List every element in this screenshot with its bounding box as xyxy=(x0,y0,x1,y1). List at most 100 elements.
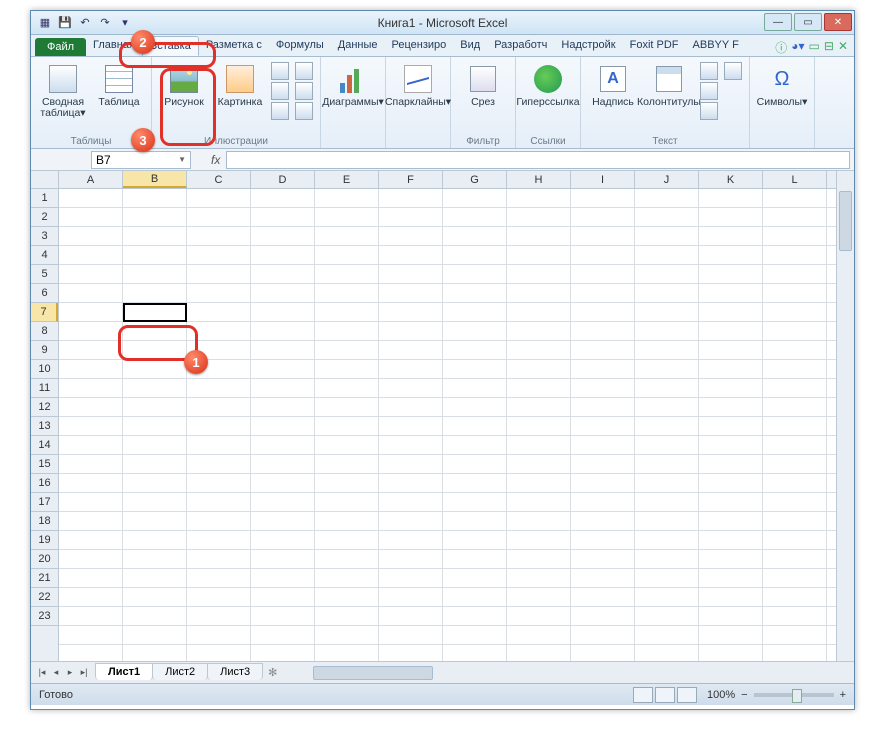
ribbon-колонтитулы-button[interactable]: Колонтитулы xyxy=(643,61,695,110)
column-header[interactable]: J xyxy=(635,171,699,188)
ribbon-спарклайны-button[interactable]: Спарклайны▾ xyxy=(392,61,444,110)
hscroll-thumb[interactable] xyxy=(313,666,433,680)
ribbon-help-icon[interactable]: ⊟ xyxy=(824,39,834,56)
ribbon-small-button[interactable] xyxy=(700,82,718,100)
row-header[interactable]: 18 xyxy=(31,512,58,531)
ribbon-символы-button[interactable]: ΩСимволы▾ xyxy=(756,61,808,110)
active-cell[interactable] xyxy=(123,303,187,322)
zoom-slider[interactable] xyxy=(754,693,834,697)
row-header[interactable]: 7 xyxy=(31,303,58,322)
row-header[interactable]: 22 xyxy=(31,588,58,607)
maximize-button[interactable]: ▭ xyxy=(794,13,822,31)
row-header[interactable]: 12 xyxy=(31,398,58,417)
tab-данные[interactable]: Данные xyxy=(331,36,385,56)
qat-more-icon[interactable]: ▾ xyxy=(117,15,133,31)
column-header[interactable]: D xyxy=(251,171,315,188)
tab-вставка[interactable]: Вставка xyxy=(142,36,199,56)
ribbon-small-button[interactable] xyxy=(700,62,718,80)
row-header[interactable]: 9 xyxy=(31,341,58,360)
vertical-scrollbar[interactable] xyxy=(836,171,854,661)
minimize-ribbon-icon[interactable]: ▭ xyxy=(809,39,820,56)
ribbon-сводная-таблица-button[interactable]: Сводная таблица▾ xyxy=(37,61,89,121)
ribbon-срез-button[interactable]: Срез xyxy=(457,61,509,110)
view-break-icon[interactable] xyxy=(677,687,697,703)
row-header[interactable]: 3 xyxy=(31,227,58,246)
row-header[interactable]: 6 xyxy=(31,284,58,303)
column-headers[interactable]: ABCDEFGHIJKL xyxy=(59,171,836,189)
close-button[interactable]: ✕ xyxy=(824,13,852,31)
ribbon-small-button[interactable] xyxy=(271,102,289,120)
row-header[interactable]: 4 xyxy=(31,246,58,265)
ribbon-таблица-button[interactable]: Таблица xyxy=(93,61,145,110)
row-header[interactable]: 15 xyxy=(31,455,58,474)
ribbon-рисунок-button[interactable]: Рисунок xyxy=(158,61,210,110)
ribbon-гиперссылка-button[interactable]: Гиперссылка xyxy=(522,61,574,110)
ribbon-small-button[interactable] xyxy=(295,82,313,100)
row-header[interactable]: 10 xyxy=(31,360,58,379)
vscroll-thumb[interactable] xyxy=(839,191,852,251)
zoom-in-icon[interactable]: + xyxy=(840,689,846,701)
ribbon-small-button[interactable] xyxy=(295,62,313,80)
column-header[interactable]: I xyxy=(571,171,635,188)
column-header[interactable]: K xyxy=(699,171,763,188)
row-header[interactable]: 5 xyxy=(31,265,58,284)
column-header[interactable]: G xyxy=(443,171,507,188)
new-sheet-icon[interactable]: ✻ xyxy=(262,666,283,679)
tab-abbyy f[interactable]: ABBYY F xyxy=(686,36,746,56)
sheet-first-icon[interactable]: |◂ xyxy=(35,667,49,678)
column-header[interactable]: H xyxy=(507,171,571,188)
help-dropdown-icon[interactable]: ◕▾ xyxy=(791,39,804,56)
row-header[interactable]: 2 xyxy=(31,208,58,227)
save-icon[interactable]: 💾 xyxy=(57,15,73,31)
sheet-tab[interactable]: Лист3 xyxy=(207,663,263,680)
undo-icon[interactable]: ↶ xyxy=(77,15,93,31)
ribbon-small-button[interactable] xyxy=(271,82,289,100)
name-box[interactable]: B7 ▼ xyxy=(91,151,191,169)
row-header[interactable]: 20 xyxy=(31,550,58,569)
ribbon-small-button[interactable] xyxy=(295,102,313,120)
tab-разработч[interactable]: Разработч xyxy=(487,36,554,56)
row-header[interactable]: 13 xyxy=(31,417,58,436)
minimize-button[interactable]: — xyxy=(764,13,792,31)
tab-главная[interactable]: Главная xyxy=(86,36,142,56)
row-headers[interactable]: 1234567891011121314151617181920212223 xyxy=(31,189,59,661)
row-header[interactable]: 8 xyxy=(31,322,58,341)
ribbon-small-button[interactable] xyxy=(700,102,718,120)
row-header[interactable]: 19 xyxy=(31,531,58,550)
row-header[interactable]: 23 xyxy=(31,607,58,626)
cells-area[interactable] xyxy=(59,189,836,661)
sheet-last-icon[interactable]: ▸| xyxy=(77,667,91,678)
row-header[interactable]: 14 xyxy=(31,436,58,455)
sheet-next-icon[interactable]: ▸ xyxy=(63,667,77,678)
tab-вид[interactable]: Вид xyxy=(453,36,487,56)
ribbon-картинка-button[interactable]: Картинка xyxy=(214,61,266,110)
view-normal-icon[interactable] xyxy=(633,687,653,703)
tab-foxit pdf[interactable]: Foxit PDF xyxy=(623,36,686,56)
formula-input[interactable] xyxy=(226,151,850,169)
row-header[interactable]: 17 xyxy=(31,493,58,512)
tab-формулы[interactable]: Формулы xyxy=(269,36,331,56)
row-header[interactable]: 11 xyxy=(31,379,58,398)
row-header[interactable]: 1 xyxy=(31,189,58,208)
fx-icon[interactable]: fx xyxy=(205,153,226,167)
help-icon[interactable]: ⓘ xyxy=(775,39,787,56)
ribbon-надпись-button[interactable]: AНадпись xyxy=(587,61,639,110)
ribbon-small-button[interactable] xyxy=(724,62,742,80)
view-layout-icon[interactable] xyxy=(655,687,675,703)
tab-надстройк[interactable]: Надстройк xyxy=(554,36,622,56)
ribbon-close-icon[interactable]: ✕ xyxy=(838,39,848,56)
ribbon-small-button[interactable] xyxy=(271,62,289,80)
column-header[interactable]: E xyxy=(315,171,379,188)
horizontal-scrollbar[interactable] xyxy=(295,665,850,681)
sheet-prev-icon[interactable]: ◂ xyxy=(49,667,63,678)
tab-разметка с[interactable]: Разметка с xyxy=(199,36,269,56)
sheet-tab[interactable]: Лист2 xyxy=(152,663,208,680)
column-header[interactable]: F xyxy=(379,171,443,188)
zoom-level[interactable]: 100% xyxy=(707,689,735,701)
ribbon-диаграммы-button[interactable]: Диаграммы▾ xyxy=(327,61,379,110)
file-tab[interactable]: Файл xyxy=(35,38,86,56)
row-header[interactable]: 16 xyxy=(31,474,58,493)
redo-icon[interactable]: ↷ xyxy=(97,15,113,31)
zoom-out-icon[interactable]: − xyxy=(741,689,747,701)
column-header[interactable]: B xyxy=(123,171,187,188)
